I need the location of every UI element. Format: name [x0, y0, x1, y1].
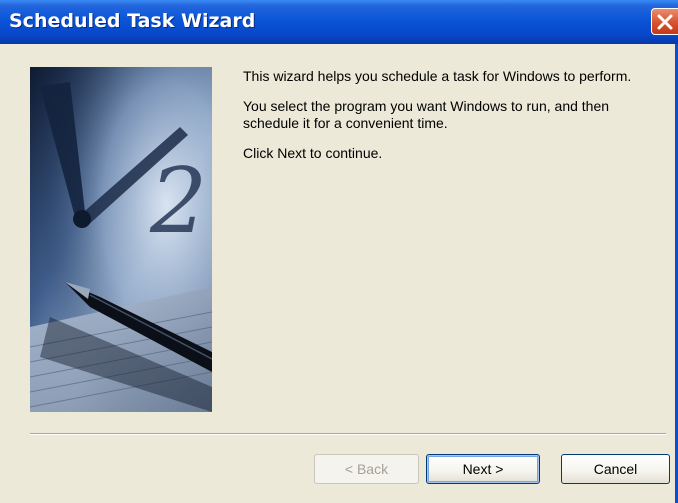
- close-button[interactable]: [651, 8, 678, 35]
- title-bar[interactable]: Scheduled Task Wizard: [0, 0, 678, 44]
- wizard-intro-text: This wizard helps you schedule a task fo…: [243, 68, 663, 175]
- continue-hint: Click Next to continue.: [243, 145, 383, 161]
- intro-paragraph: This wizard helps you schedule a task fo…: [243, 68, 632, 84]
- back-button[interactable]: < Back: [314, 454, 419, 484]
- separator: [30, 433, 666, 435]
- window-title: Scheduled Task Wizard: [9, 10, 256, 32]
- svg-text:2: 2: [149, 149, 207, 254]
- close-icon: [657, 14, 673, 30]
- cancel-button[interactable]: Cancel: [561, 454, 670, 484]
- wizard-illustration: 2: [30, 67, 212, 412]
- next-button[interactable]: Next >: [426, 454, 540, 484]
- instructions-paragraph: You select the program you want Windows …: [243, 98, 610, 131]
